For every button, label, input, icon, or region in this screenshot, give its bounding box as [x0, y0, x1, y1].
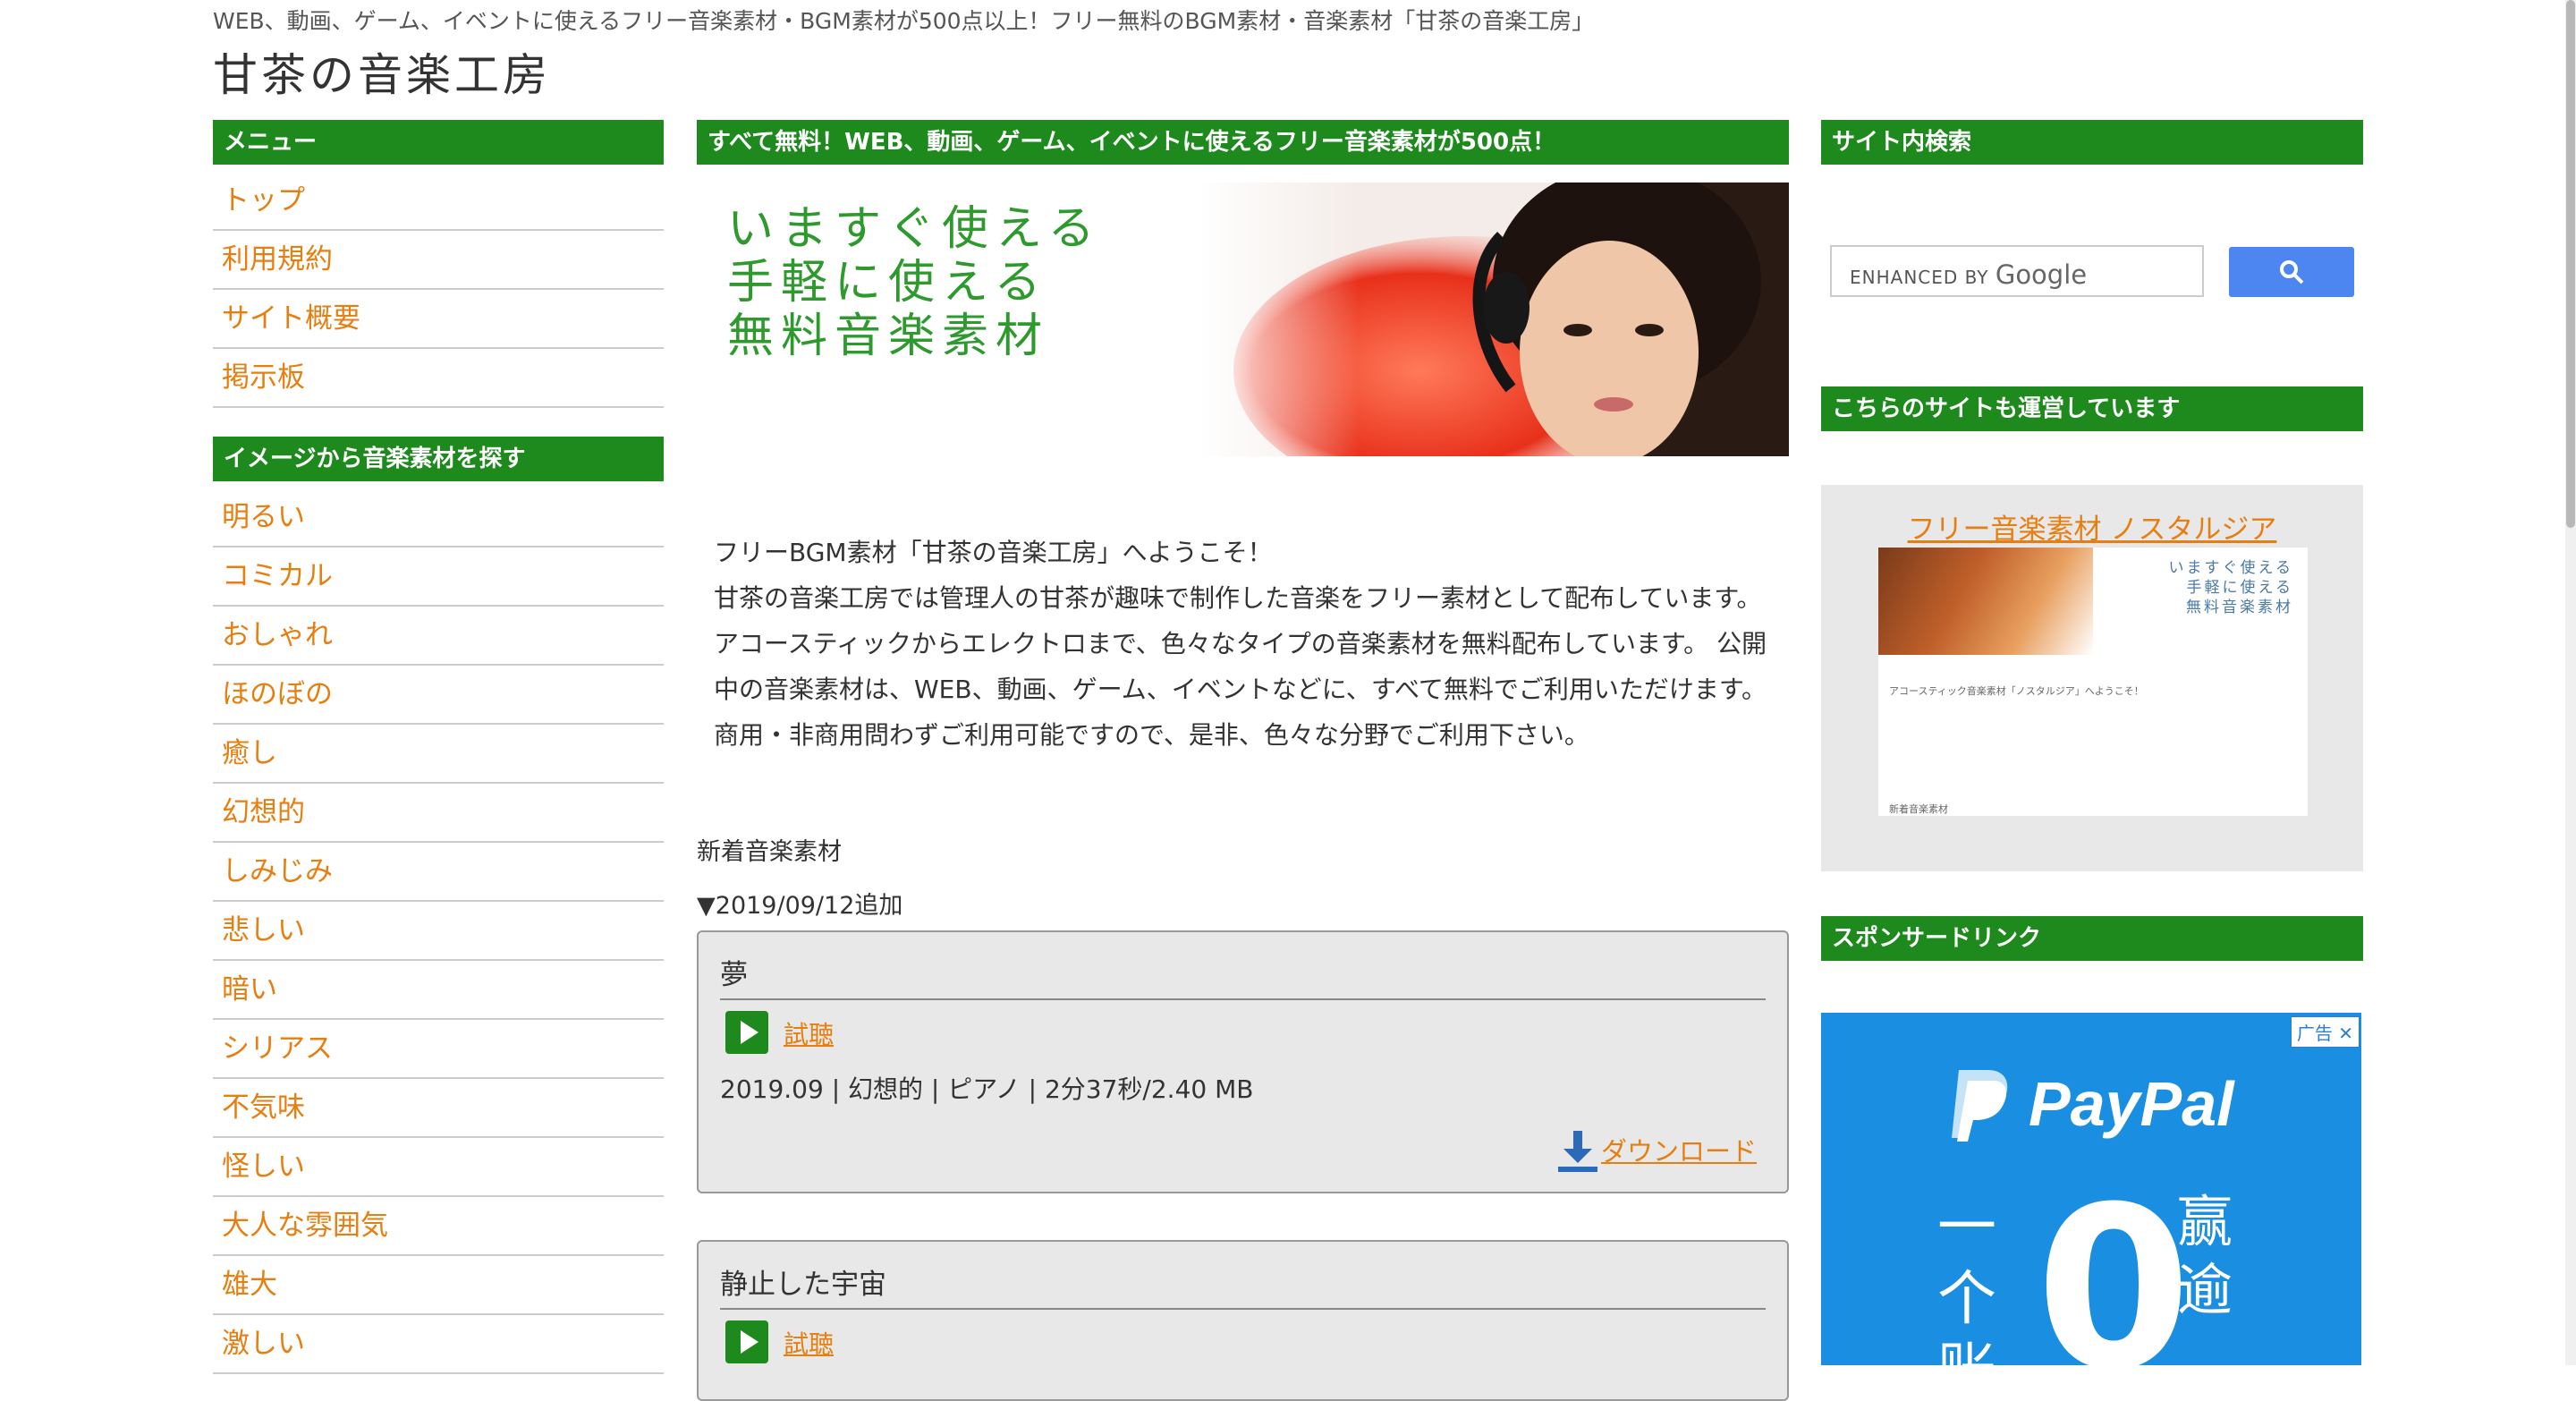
track-title: 夢: [720, 959, 748, 991]
ad-brand: PayPal: [2029, 1069, 2234, 1139]
divider: [720, 998, 1766, 1000]
menu-item-terms[interactable]: 利用規約: [213, 231, 664, 290]
play-icon[interactable]: [725, 1320, 768, 1363]
category-item[interactable]: しみじみ: [213, 843, 664, 902]
welcome-section: フリーBGM素材「甘茶の音楽工房」へようこそ！ 甘茶の音楽工房では管理人の甘茶が…: [714, 530, 1769, 758]
site-title[interactable]: 甘茶の音楽工房: [213, 39, 551, 104]
track-card: 夢 試聴 2019.09 | 幻想的 | ピアノ | 2分37秒/2.40 MB…: [697, 930, 1789, 1193]
category-item[interactable]: ほのぼの: [213, 666, 664, 725]
category-item[interactable]: 暗い: [213, 961, 664, 1020]
divider: [720, 1308, 1766, 1310]
category-item[interactable]: 怪しい: [213, 1138, 664, 1197]
image-category-list: 明るい コミカル おしゃれ ほのぼの 癒し 幻想的 しみじみ 悲しい 暗い シリ…: [213, 488, 664, 1374]
main-menu: トップ 利用規約 サイト概要 掲示板: [213, 172, 664, 408]
download-icon[interactable]: [1556, 1129, 1599, 1174]
ad-right-text: 赢逾: [2177, 1189, 2233, 1322]
category-item[interactable]: 大人な雰囲気: [213, 1197, 664, 1256]
download-link[interactable]: ダウンロード: [1601, 1131, 1757, 1168]
search-input[interactable]: ENHANCED BY Google: [1830, 245, 2204, 297]
guitar-photo: [1878, 548, 2093, 655]
search-icon: [2280, 260, 2304, 284]
sponsor-heading: スポンサードリンク: [1821, 916, 2363, 961]
category-item[interactable]: コミカル: [213, 548, 664, 607]
listen-link[interactable]: 試聴: [784, 1325, 834, 1361]
category-item[interactable]: 不気味: [213, 1079, 664, 1138]
welcome-title: フリーBGM素材「甘茶の音楽工房」へようこそ！: [714, 538, 1273, 567]
site-tagline: WEB、動画、ゲーム、イベントに使えるフリー音楽素材・BGM素材が500点以上！…: [213, 8, 1595, 34]
scrollbar-thumb[interactable]: [2566, 0, 2575, 528]
category-item[interactable]: 癒し: [213, 725, 664, 784]
category-item[interactable]: シリアス: [213, 1020, 664, 1079]
other-sites-heading: こちらのサイトも運営しています: [1821, 386, 2363, 431]
category-item[interactable]: 激しい: [213, 1315, 664, 1374]
menu-item-board[interactable]: 掲示板: [213, 349, 664, 408]
ad-badge[interactable]: 广告 ✕: [2290, 1016, 2360, 1048]
search-button[interactable]: [2229, 247, 2354, 297]
new-tracks-heading: 新着音楽素材: [697, 838, 842, 866]
main-banner-heading: すべて無料！WEB、動画、ゲーム、イベントに使えるフリー音楽素材が500点！: [697, 120, 1789, 165]
close-icon[interactable]: ✕: [2338, 1023, 2353, 1044]
search-placeholder: ENHANCED BY Google: [1850, 259, 2088, 290]
thumb-body-text: アコースティック音楽素材「ノスタルジア」へようこそ！ 新着音楽素材: [1889, 685, 2144, 815]
menu-item-about[interactable]: サイト概要: [213, 290, 664, 349]
category-item[interactable]: 明るい: [213, 488, 664, 548]
ad-banner[interactable]: 广告 ✕ PayPal 一个账 0 赢逾: [1821, 1013, 2361, 1365]
track-card: 静止した宇宙 試聴: [697, 1240, 1789, 1401]
track-title: 静止した宇宙: [720, 1269, 886, 1301]
sister-site-promo: フリー音楽素材 ノスタルジア いますぐ使える 手軽に使える 無料音楽素材 アコー…: [1821, 485, 2363, 871]
thumb-tagline: いますぐ使える 手軽に使える 無料音楽素材: [2168, 559, 2293, 616]
menu-heading: メニュー: [213, 120, 664, 165]
page-scrollbar[interactable]: [2565, 0, 2576, 1365]
image-search-heading: イメージから音楽素材を探す: [213, 437, 664, 481]
menu-item-top[interactable]: トップ: [213, 172, 664, 231]
play-icon[interactable]: [725, 1011, 768, 1054]
listen-link[interactable]: 試聴: [784, 1015, 834, 1051]
track-meta: 2019.09 | 幻想的 | ピアノ | 2分37秒/2.40 MB: [720, 1074, 1254, 1104]
category-item[interactable]: 雄大: [213, 1256, 664, 1315]
date-added-heading: ▼2019/09/12追加: [697, 892, 903, 920]
site-search-heading: サイト内検索: [1821, 120, 2363, 165]
category-item[interactable]: 悲しい: [213, 902, 664, 961]
category-item[interactable]: 幻想的: [213, 784, 664, 843]
sister-site-thumbnail[interactable]: いますぐ使える 手軽に使える 無料音楽素材 アコースティック音楽素材「ノスタルジ…: [1878, 548, 2308, 816]
category-item[interactable]: おしゃれ: [213, 607, 664, 666]
ad-big-number: 0: [2036, 1159, 2191, 1366]
hero-banner: いますぐ使える 手軽に使える 無料音楽素材: [697, 183, 1789, 456]
sister-site-link[interactable]: フリー音楽素材 ノスタルジア: [1821, 506, 2363, 547]
welcome-body: 甘茶の音楽工房では管理人の甘茶が趣味で制作した音楽をフリー素材として配布していま…: [714, 583, 1767, 750]
ad-left-text: 一个账: [1937, 1193, 1996, 1365]
paypal-icon: [1952, 1070, 2008, 1142]
hero-tagline: いますぐ使える 手軽に使える 無料音楽素材: [727, 202, 1102, 363]
